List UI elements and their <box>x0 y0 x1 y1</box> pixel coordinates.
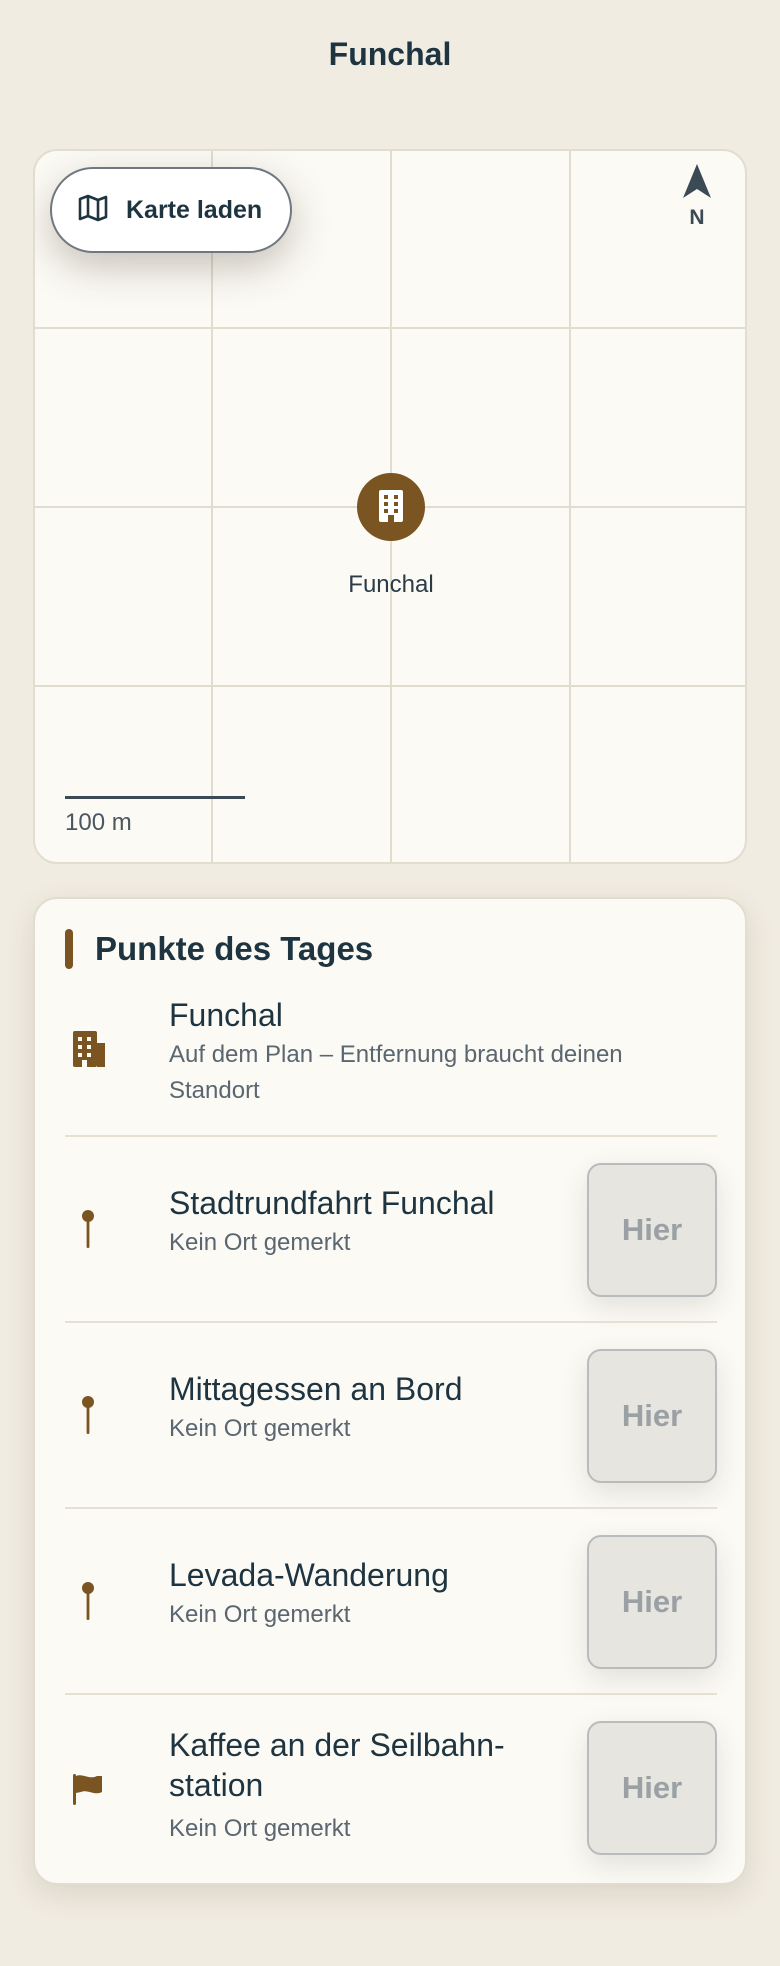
scale-bar <box>65 796 245 799</box>
item-subtitle: Kein Ort gemerkt <box>169 1229 351 1256</box>
item-subtitle: Kein Ort gemerkt <box>169 1415 351 1442</box>
item-title: Funchal <box>169 997 283 1033</box>
list-item[interactable]: Stadtrundfahrt Funchal Kein Ort gemerkt … <box>65 1163 717 1301</box>
set-here-button[interactable]: Hier <box>587 1535 717 1669</box>
scale-label: 100 m <box>65 809 132 836</box>
set-here-button[interactable]: Hier <box>587 1163 717 1297</box>
item-title: Stadtrundfahrt Funchal <box>169 1185 495 1221</box>
points-panel: Punkte des Tages Funchal Auf dem Plan – … <box>33 897 747 1885</box>
divider <box>65 1321 717 1323</box>
item-subtitle: Kein Ort gemerkt <box>169 1601 351 1628</box>
app-header: Funchal <box>0 0 780 108</box>
load-map-button[interactable]: Karte laden <box>50 167 292 253</box>
set-here-button[interactable]: Hier <box>587 1349 717 1483</box>
list-item[interactable]: Funchal Auf dem Plan – Entfernung brauch… <box>65 995 717 1113</box>
building-icon <box>65 1029 111 1069</box>
map-grid-line <box>35 685 745 687</box>
divider <box>65 1135 717 1137</box>
map-icon <box>78 194 108 227</box>
north-label: N <box>689 206 705 229</box>
list-item[interactable]: Kaffee an der Seilbahn-station Kein Ort … <box>65 1721 717 1859</box>
map-marker-label: Funchal <box>348 571 434 598</box>
building-icon <box>376 488 406 527</box>
pin-icon <box>65 1581 111 1621</box>
page-title: Funchal <box>328 35 452 72</box>
map-grid-line <box>35 327 745 329</box>
item-title: Mittagessen an Bord <box>169 1371 463 1407</box>
flag-icon <box>65 1773 111 1805</box>
list-item[interactable]: Mittagessen an Bord Kein Ort gemerkt Hie… <box>65 1349 717 1487</box>
map-marker[interactable] <box>357 473 425 541</box>
load-map-label: Karte laden <box>126 195 263 224</box>
set-here-button[interactable]: Hier <box>587 1721 717 1855</box>
north-arrow-icon <box>682 163 712 204</box>
map-view[interactable]: Karte laden N Funchal 100 m <box>33 149 747 864</box>
accent-bar <box>65 929 73 969</box>
pin-icon <box>65 1395 111 1435</box>
item-title: Kaffee an der Seilbahn-station <box>169 1727 505 1803</box>
divider <box>65 1693 717 1695</box>
divider <box>65 1507 717 1509</box>
item-subtitle: Auf dem Plan – Entfernung braucht deinen… <box>169 1041 623 1104</box>
points-title: Punkte des Tages <box>95 930 374 967</box>
list-item[interactable]: Levada-Wanderung Kein Ort gemerkt Hier <box>65 1535 717 1673</box>
item-title: Levada-Wanderung <box>169 1557 449 1593</box>
item-subtitle: Kein Ort gemerkt <box>169 1815 351 1842</box>
points-header: Punkte des Tages <box>65 929 373 969</box>
compass: N <box>677 163 717 230</box>
pin-icon <box>65 1209 111 1249</box>
